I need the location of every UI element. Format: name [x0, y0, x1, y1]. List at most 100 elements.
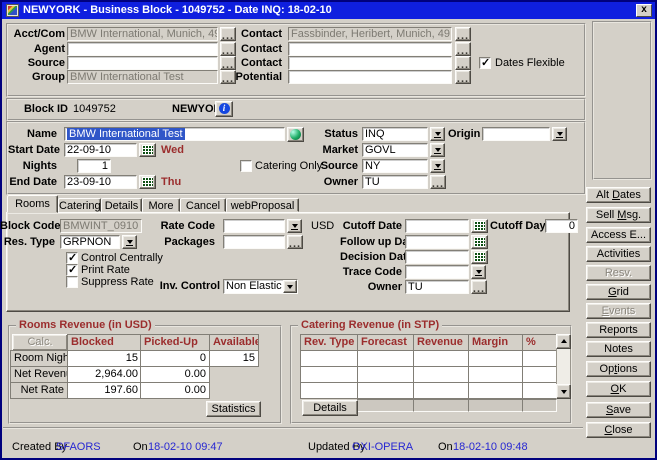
- packages-lookup-button[interactable]: [287, 235, 303, 249]
- catering-total-cell: [522, 399, 557, 412]
- packages-field[interactable]: [223, 235, 285, 249]
- tab-details[interactable]: Details: [101, 198, 142, 212]
- close-button[interactable]: Close: [586, 422, 651, 438]
- followup-date-calendar-button[interactable]: [471, 235, 488, 249]
- catering-cell: [522, 366, 557, 383]
- source-field[interactable]: [67, 56, 218, 70]
- details-button[interactable]: Details: [302, 400, 358, 416]
- grid-button[interactable]: Grid: [586, 284, 651, 300]
- contact3-field[interactable]: [288, 56, 452, 70]
- application-icon: [6, 4, 19, 17]
- tab-more[interactable]: More: [142, 198, 180, 212]
- origin-label: Origin: [448, 127, 477, 141]
- print-rate-checkbox[interactable]: [66, 264, 78, 276]
- tab-rooms[interactable]: Rooms: [7, 195, 58, 213]
- end-date-field[interactable]: 23-09-10: [64, 175, 137, 189]
- inv-control-combobox[interactable]: Non Elastic: [223, 279, 298, 294]
- contact3-label: Contact: [230, 56, 282, 70]
- decision-date-field[interactable]: [405, 250, 469, 264]
- status-lov-button[interactable]: [430, 127, 445, 141]
- origin-lov-button[interactable]: [552, 127, 567, 141]
- activities-button[interactable]: Activities: [586, 246, 651, 262]
- scroll-up-button[interactable]: [556, 334, 571, 349]
- source-lov-button[interactable]: [430, 159, 445, 173]
- column-header-percent: %: [522, 334, 557, 351]
- cutoff-days-field[interactable]: 0: [545, 219, 578, 233]
- nights-field[interactable]: 1: [77, 159, 111, 173]
- contact3-lookup-button[interactable]: [455, 56, 471, 70]
- contact2-field[interactable]: [288, 42, 452, 56]
- footer-separator: [3, 427, 583, 429]
- suppress-rate-checkbox[interactable]: [66, 276, 78, 288]
- column-header-blocked: Blocked: [67, 334, 142, 351]
- status-field[interactable]: INQ: [362, 127, 428, 141]
- tab-owner-label: Owner: [340, 280, 402, 294]
- start-date-calendar-button[interactable]: [139, 143, 156, 157]
- name-field[interactable]: BMW International Test: [64, 127, 285, 141]
- catering-only-checkbox[interactable]: [240, 160, 252, 172]
- info-button[interactable]: [215, 101, 233, 117]
- net-revenue-blocked: 2,964.00: [67, 366, 142, 383]
- start-day-of-week: Wed: [161, 143, 184, 157]
- row-label-net-rate: Net Rate: [10, 382, 68, 399]
- sell-msg-button[interactable]: Sell Msg.: [586, 207, 651, 223]
- title-bar: NEWYORK - Business Block - 1049752 - Dat…: [2, 2, 655, 19]
- tab-webproposal[interactable]: webProposal: [226, 198, 299, 212]
- catering-cell: [357, 382, 414, 399]
- tab-catering[interactable]: Catering: [58, 198, 101, 212]
- tab-owner-lookup-button[interactable]: [471, 280, 487, 294]
- end-date-calendar-button[interactable]: [139, 175, 156, 189]
- potential-label: Potential: [230, 70, 282, 84]
- notes-button[interactable]: Notes: [586, 341, 651, 357]
- alt-dates-button[interactable]: Alt Dates: [586, 187, 651, 203]
- trace-code-lov-button[interactable]: [471, 265, 486, 279]
- scroll-down-button[interactable]: [556, 384, 571, 399]
- access-excl-button[interactable]: Access E...: [586, 227, 651, 243]
- potential-lookup-button[interactable]: [455, 70, 471, 84]
- contact1-lookup-button[interactable]: [455, 27, 471, 41]
- inv-control-dropdown-icon[interactable]: [283, 280, 297, 293]
- name-label: Name: [8, 127, 57, 141]
- statistics-button[interactable]: Statistics: [206, 401, 261, 417]
- save-button[interactable]: Save: [586, 402, 651, 418]
- rate-code-field[interactable]: [223, 219, 285, 233]
- market-field[interactable]: GOVL: [362, 143, 428, 157]
- catering-cell: [357, 350, 414, 367]
- source-code-field[interactable]: NY: [362, 159, 428, 173]
- reports-button[interactable]: Reports: [586, 322, 651, 338]
- options-button[interactable]: Options: [586, 361, 651, 377]
- tab-owner-field[interactable]: TU: [405, 280, 469, 294]
- group-label: Group: [8, 70, 65, 84]
- catering-cell: [300, 382, 358, 399]
- res-type-lov-button[interactable]: [122, 235, 137, 249]
- owner-label: Owner: [310, 175, 358, 189]
- ok-button[interactable]: OK: [586, 381, 651, 397]
- suppress-rate-label: Suppress Rate: [81, 275, 154, 289]
- cutoff-date-field[interactable]: [405, 219, 469, 233]
- trace-code-field[interactable]: [405, 265, 469, 279]
- column-header-rev-type: Rev. Type: [300, 334, 358, 351]
- acct-com-field: BMW International, Munich, 49 8 215 6: [67, 27, 218, 41]
- globe-button[interactable]: [287, 127, 304, 142]
- owner-lookup-button[interactable]: [430, 175, 446, 189]
- agent-field[interactable]: [67, 42, 218, 56]
- dates-flexible-checkbox[interactable]: [479, 57, 491, 69]
- source-label: Source: [8, 56, 65, 70]
- contact2-lookup-button[interactable]: [455, 42, 471, 56]
- rate-code-lov-button[interactable]: [287, 219, 302, 233]
- decision-date-calendar-button[interactable]: [471, 250, 488, 264]
- start-date-field[interactable]: 22-09-10: [64, 143, 137, 157]
- res-type-field[interactable]: GRPNON: [60, 235, 120, 249]
- potential-field[interactable]: [288, 70, 452, 84]
- close-window-button[interactable]: x: [636, 4, 652, 17]
- origin-field[interactable]: [482, 127, 550, 141]
- contact1-label: Contact: [230, 27, 282, 41]
- cutoff-days-label: Cutoff Days: [490, 219, 538, 233]
- followup-date-field[interactable]: [405, 235, 469, 249]
- tab-cancel[interactable]: Cancel: [180, 198, 226, 212]
- cutoff-date-calendar-button[interactable]: [471, 219, 488, 233]
- block-code-label: Block Code: [0, 219, 55, 233]
- owner-field[interactable]: TU: [362, 175, 428, 189]
- market-lov-button[interactable]: [430, 143, 445, 157]
- row-label-room-nights: Room Nights: [10, 350, 68, 367]
